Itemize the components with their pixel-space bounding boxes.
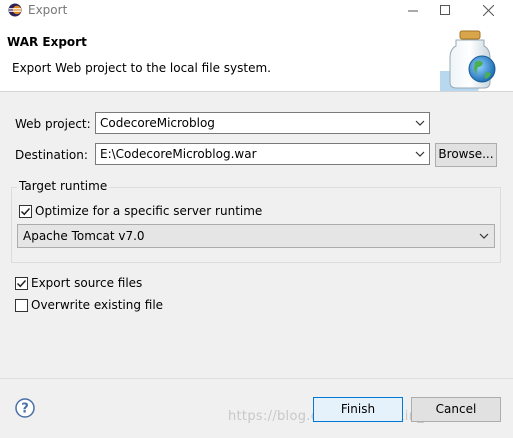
chevron-down-icon: [415, 120, 425, 126]
destination-label: Destination:: [15, 148, 88, 162]
help-icon[interactable]: ?: [15, 398, 35, 418]
title-bar: Export: [0, 0, 513, 21]
page-title: WAR Export: [7, 35, 87, 49]
optimize-checkbox[interactable]: [19, 205, 32, 218]
maximize-icon: [440, 5, 450, 15]
overwrite-checkbox[interactable]: [15, 299, 28, 312]
close-button[interactable]: [468, 0, 508, 21]
checkmark-icon: [20, 207, 31, 216]
finish-button[interactable]: Finish: [313, 397, 403, 422]
page-description: Export Web project to the local file sys…: [12, 61, 271, 75]
window-title: Export: [28, 3, 68, 17]
wizard-header: WAR Export Export Web project to the loc…: [0, 21, 513, 92]
checkmark-icon: [16, 279, 27, 288]
close-icon: [482, 4, 494, 17]
chevron-down-icon: [479, 233, 489, 239]
svg-text:?: ?: [21, 402, 29, 417]
destination-combo[interactable]: E:\CodecoreMicroblog.war: [95, 143, 430, 165]
overwrite-label: Overwrite existing file: [31, 298, 164, 312]
cancel-button[interactable]: Cancel: [411, 397, 501, 422]
web-project-combo[interactable]: CodecoreMicroblog: [95, 112, 430, 134]
destination-value: E:\CodecoreMicroblog.war: [100, 147, 257, 161]
maximize-button[interactable]: [425, 0, 465, 21]
server-runtime-value: Apache Tomcat v7.0: [23, 229, 145, 243]
export-source-checkbox[interactable]: [15, 277, 28, 290]
target-runtime-label: Target runtime: [17, 179, 110, 193]
chevron-down-icon: [415, 151, 425, 157]
footer-divider: [0, 378, 513, 379]
export-source-label: Export source files: [31, 276, 143, 290]
minimize-icon: [408, 10, 418, 12]
server-runtime-select[interactable]: Apache Tomcat v7.0: [17, 224, 495, 248]
eclipse-icon: [8, 3, 22, 17]
optimize-label: Optimize for a specific server runtime: [35, 204, 263, 218]
browse-button[interactable]: Browse...: [435, 143, 497, 167]
web-project-value: CodecoreMicroblog: [100, 116, 215, 130]
war-export-wizard-icon: [440, 30, 496, 91]
web-project-label: Web project:: [15, 117, 91, 131]
